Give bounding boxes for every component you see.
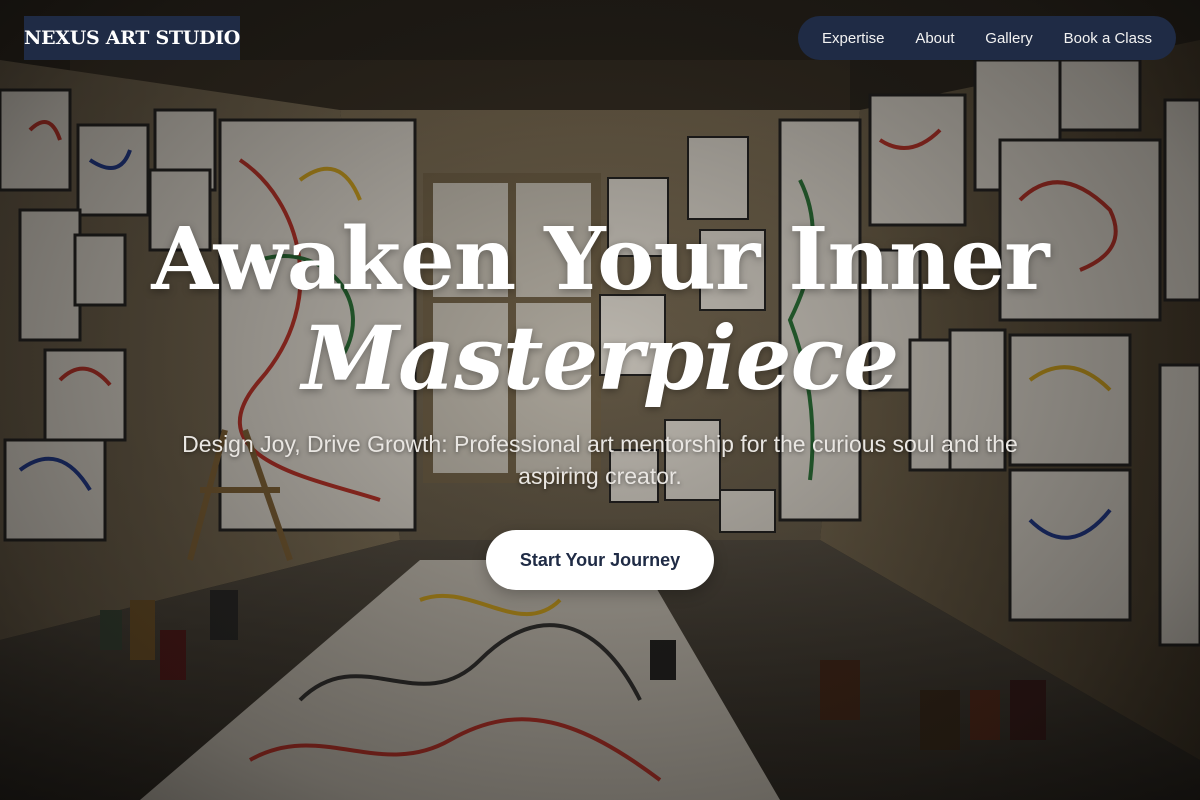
hero-section: Awaken Your Inner Masterpiece Design Joy…	[0, 210, 1200, 492]
hero-subtitle: Design Joy, Drive Growth: Professional a…	[182, 431, 1018, 489]
hero-title-line1: Awaken Your Inner	[151, 209, 1049, 310]
nav-item-expertise[interactable]: Expertise	[822, 30, 885, 47]
nav-item-about[interactable]: About	[915, 30, 954, 47]
nav-item-book-a-class[interactable]: Book a Class	[1064, 30, 1152, 47]
brand-logo[interactable]: NEXUS ART STUDIO	[24, 16, 240, 60]
main-nav: Expertise About Gallery Book a Class	[798, 16, 1176, 60]
nav-item-gallery[interactable]: Gallery	[985, 30, 1033, 47]
start-journey-button[interactable]: Start Your Journey	[486, 530, 714, 590]
hero-title-line2: Masterpiece	[301, 306, 900, 410]
